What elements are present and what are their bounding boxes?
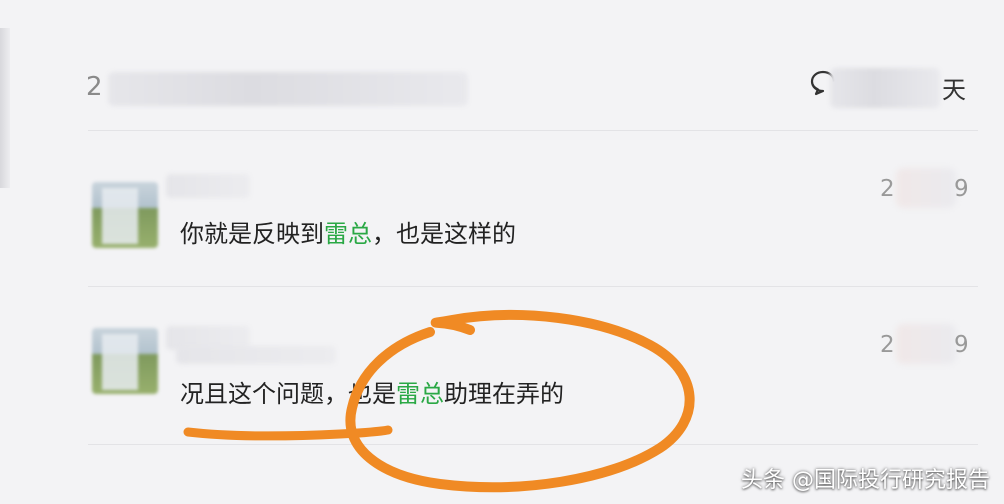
comment-text: 况且这个问题，也是雷总助理在弄的 (180, 374, 564, 409)
header-date-partial: 2 (86, 72, 103, 102)
username-blurred-extra (176, 346, 336, 364)
comment-divider (88, 286, 978, 287)
comment-highlight-keyword: 雷总 (324, 220, 372, 248)
comment-text-after: 助理在弄的 (444, 380, 564, 408)
header-right-blurred-text (830, 68, 940, 108)
header-blurred-text (108, 72, 468, 106)
username-blurred[interactable] (166, 174, 250, 198)
comment-text-before: 你就是反映到 (180, 220, 324, 248)
comment-text: 你就是反映到雷总，也是这样的 (180, 214, 516, 249)
comment-time-blurred (896, 168, 956, 208)
panel-edge-shadow (0, 28, 10, 188)
watermark: 头条 @国际投行研究报告 (741, 468, 990, 493)
avatar[interactable] (92, 182, 158, 248)
comment-highlight-keyword: 雷总 (396, 380, 444, 408)
comment-time-end: 9 (954, 332, 969, 358)
comment-time-start: 2 (880, 176, 895, 202)
comment-divider-bottom (88, 444, 978, 445)
comment-text-after: ，也是这样的 (372, 220, 516, 248)
comment-time-start: 2 (880, 332, 895, 358)
comment-time-end: 9 (954, 176, 969, 202)
comment-text-before: 况且这个问题，也是 (180, 380, 396, 408)
header-suffix-partial: 天 (942, 76, 966, 104)
header-divider (88, 130, 978, 131)
comment-time-blurred (896, 324, 956, 364)
screenshot-frame: 2 天 2 9 你就是反映到雷总，也是这样的 2 9 况且这个问题，也是雷总助理… (0, 0, 1004, 504)
avatar[interactable] (92, 328, 158, 394)
